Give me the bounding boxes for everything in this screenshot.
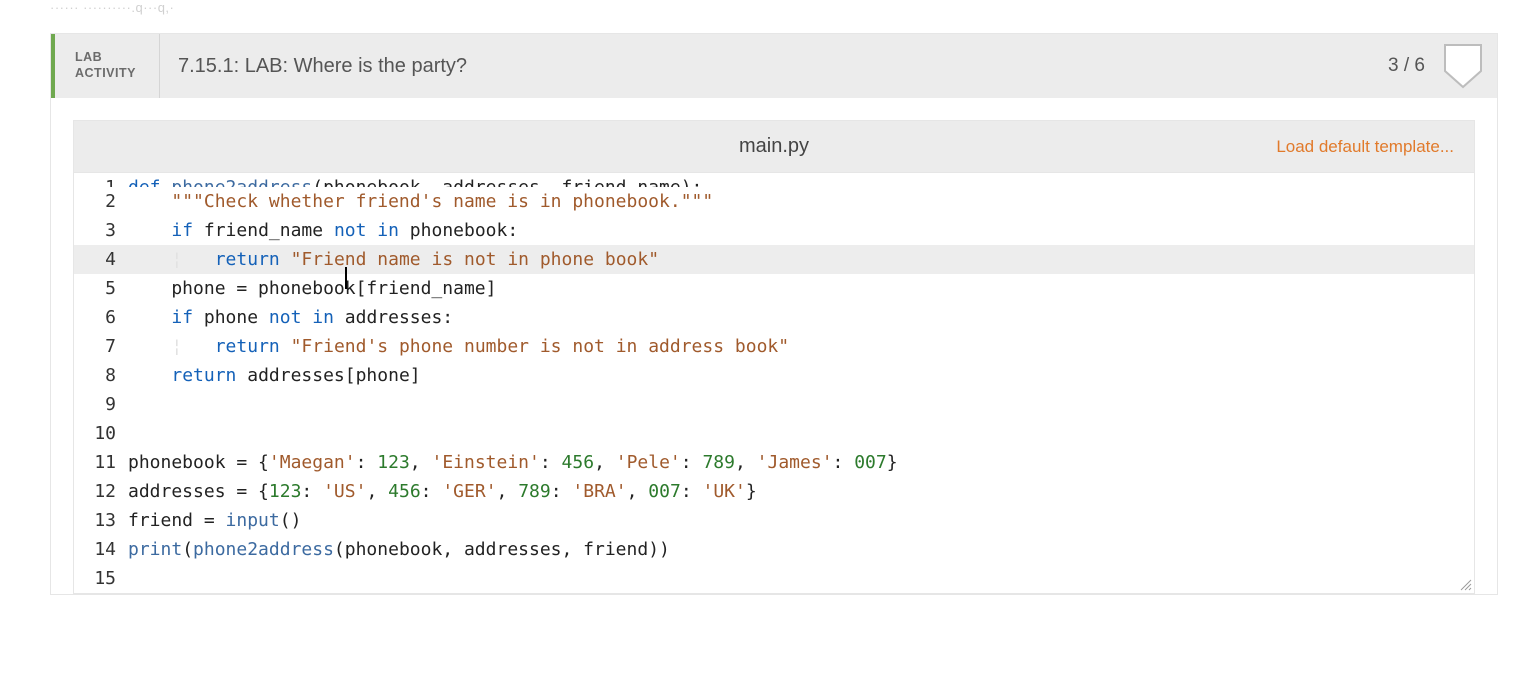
code-content[interactable] (128, 419, 1474, 448)
code-content[interactable] (128, 390, 1474, 419)
code-line[interactable]: 4 ¦ return "Friend name is not in phone … (74, 245, 1474, 274)
lab-activity-panel: LAB ACTIVITY 7.15.1: LAB: Where is the p… (50, 33, 1498, 595)
code-content[interactable]: phonebook = {'Maegan': 123, 'Einstein': … (128, 448, 1474, 477)
code-line[interactable]: 3 if friend_name not in phonebook: (74, 216, 1474, 245)
trace-text: ······ ··········.q···q,· (50, 0, 1498, 33)
lab-activity-label: LAB ACTIVITY (55, 34, 160, 98)
code-content[interactable]: """Check whether friend's name is in pho… (128, 187, 1474, 216)
code-content[interactable]: def phone2address(phonebook, addresses, … (128, 173, 1474, 187)
line-number: 8 (74, 361, 128, 390)
editor-filename: main.py (74, 135, 1474, 158)
load-default-template-link[interactable]: Load default template... (1276, 137, 1454, 157)
line-number: 6 (74, 303, 128, 332)
lab-header: LAB ACTIVITY 7.15.1: LAB: Where is the p… (51, 34, 1497, 98)
line-number: 3 (74, 216, 128, 245)
code-content[interactable]: addresses = {123: 'US', 456: 'GER', 789:… (128, 477, 1474, 506)
code-content[interactable] (128, 564, 1474, 593)
line-number: 7 (74, 332, 128, 361)
code-line[interactable]: 9 (74, 390, 1474, 419)
code-line[interactable]: 1def phone2address(phonebook, addresses,… (74, 173, 1474, 187)
code-content[interactable]: if friend_name not in phonebook: (128, 216, 1474, 245)
code-content[interactable]: ¦ return "Friend's phone number is not i… (128, 332, 1474, 361)
editor-header: main.py Load default template... (73, 120, 1475, 172)
code-line[interactable]: 14print(phone2address(phonebook, address… (74, 535, 1474, 564)
code-line[interactable]: 5 phone = phonebook[friend_name] (74, 274, 1474, 303)
resize-handle-icon[interactable] (1458, 577, 1472, 591)
code-content[interactable]: ¦ return "Friend name is not in phone bo… (128, 245, 1474, 274)
code-line[interactable]: 13friend = input() (74, 506, 1474, 535)
line-number: 4 (74, 245, 128, 274)
code-line[interactable]: 2 """Check whether friend's name is in p… (74, 187, 1474, 216)
code-line[interactable]: 10 (74, 419, 1474, 448)
line-number: 10 (74, 419, 128, 448)
editor-wrap: main.py Load default template... 1def ph… (51, 98, 1497, 594)
shield-icon (1439, 34, 1497, 98)
line-number: 2 (74, 187, 128, 216)
code-content[interactable]: print(phone2address(phonebook, addresses… (128, 535, 1474, 564)
code-content[interactable]: return addresses[phone] (128, 361, 1474, 390)
code-line[interactable]: 6 if phone not in addresses: (74, 303, 1474, 332)
code-editor[interactable]: 1def phone2address(phonebook, addresses,… (73, 172, 1475, 594)
lab-label-line1: LAB (75, 50, 143, 66)
line-number: 12 (74, 477, 128, 506)
line-number: 14 (74, 535, 128, 564)
line-number: 9 (74, 390, 128, 419)
code-line[interactable]: 15 (74, 564, 1474, 593)
line-number: 1 (74, 173, 128, 187)
line-number: 15 (74, 564, 128, 593)
code-content[interactable]: friend = input() (128, 506, 1474, 535)
line-number: 13 (74, 506, 128, 535)
code-content[interactable]: phone = phonebook[friend_name] (128, 274, 1474, 303)
lab-title: 7.15.1: LAB: Where is the party? (160, 34, 1370, 98)
code-line[interactable]: 7 ¦ return "Friend's phone number is not… (74, 332, 1474, 361)
lab-label-line2: ACTIVITY (75, 66, 143, 82)
code-line[interactable]: 8 return addresses[phone] (74, 361, 1474, 390)
line-number: 11 (74, 448, 128, 477)
lab-score: 3 / 6 (1370, 34, 1439, 98)
line-number: 5 (74, 274, 128, 303)
code-line[interactable]: 11phonebook = {'Maegan': 123, 'Einstein'… (74, 448, 1474, 477)
code-content[interactable]: if phone not in addresses: (128, 303, 1474, 332)
code-line[interactable]: 12addresses = {123: 'US', 456: 'GER', 78… (74, 477, 1474, 506)
